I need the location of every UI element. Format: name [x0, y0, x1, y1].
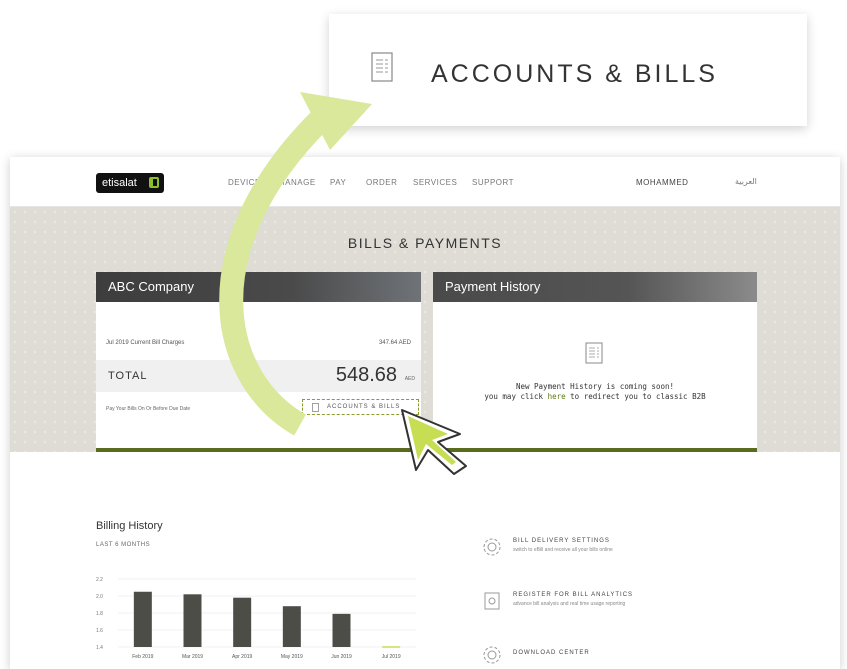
billing-history-title: Billing History: [96, 520, 163, 532]
mouse-cursor-icon: [401, 409, 467, 475]
receipt-icon: [371, 52, 393, 87]
payment-history-message: New Payment History is coming soon! you …: [433, 382, 757, 402]
chart-bar: [332, 613, 351, 647]
receipt-icon: [585, 342, 603, 369]
page-title: BILLS & PAYMENTS: [347, 235, 503, 251]
feature-title: REGISTER FOR BILL ANALYTICS: [513, 592, 634, 598]
x-tick-label: Apr 2019: [232, 654, 253, 660]
language-switch[interactable]: العربية: [735, 177, 757, 186]
coming-soon-text: New Payment History is coming soon!: [515, 382, 675, 391]
charges-label: Jul 2019 Current Bill Charges: [106, 340, 185, 346]
nav-pay[interactable]: PAY: [330, 178, 346, 187]
x-tick-label: May 2019: [281, 654, 303, 660]
current-charges-row: Jul 2019 Current Bill Charges 347.64 AED: [106, 340, 411, 346]
total-label: TOTAL: [108, 370, 148, 382]
total-value: 548.68: [335, 364, 397, 386]
y-tick-label: 1.8: [96, 611, 103, 617]
billing-history-chart: 2.2 2.0 1.8 1.6 1.4 Feb 2019 Mar 2019 Apr 2019 M…: [96, 577, 416, 660]
nav-devices[interactable]: DEVICES: [228, 178, 267, 187]
x-tick-label: Jul 2019: [382, 654, 401, 660]
chart-bar: [183, 594, 202, 647]
feature-title: DOWNLOAD CENTER: [513, 650, 590, 656]
payment-history-panel: Payment History New Payment History is c…: [433, 272, 757, 452]
receipt-icon: [312, 403, 319, 414]
redirect-pre: you may click: [484, 392, 548, 401]
y-tick-label: 2.2: [96, 577, 103, 583]
bill-panel-header: ABC Company: [96, 272, 421, 302]
nav-manage[interactable]: MANAGE: [278, 178, 316, 187]
total-currency: AED: [404, 376, 415, 382]
nav-services[interactable]: SERVICES: [413, 178, 457, 187]
y-tick-label: 1.6: [96, 628, 103, 634]
feature-desc: advance bill analysis and real time usag…: [513, 601, 626, 607]
analytics-icon: [481, 590, 503, 617]
chart-bar: [233, 597, 252, 647]
redirect-post: to redirect you to classic B2B: [565, 392, 706, 401]
billing-history-subtitle: LAST 6 MONTHS: [96, 542, 151, 548]
logo-mark-icon: [149, 177, 159, 188]
y-tick-label: 1.4: [96, 645, 103, 651]
accounts-bills-callout: ACCOUNTS & BILLS: [329, 14, 807, 126]
logo-text: etisalat: [102, 177, 137, 189]
payment-history-body: New Payment History is coming soon! you …: [433, 302, 757, 448]
feature-title: BILL DELIVERY SETTINGS: [513, 538, 610, 544]
x-tick-label: Jun 2019: [331, 654, 352, 660]
gear-icon: [481, 536, 503, 563]
callout-label: ACCOUNTS & BILLS: [431, 60, 718, 88]
etisalat-logo[interactable]: etisalat: [96, 173, 164, 193]
user-name[interactable]: MOHAMMED: [636, 178, 688, 187]
x-tick-label: Mar 2019: [182, 654, 203, 660]
nav-order[interactable]: ORDER: [366, 178, 397, 187]
y-tick-label: 2.0: [96, 594, 103, 600]
bill-summary-panel: ABC Company Jul 2019 Current Bill Charge…: [96, 272, 421, 452]
accounts-bills-label: ACCOUNTS & BILLS: [327, 404, 401, 410]
nav-support[interactable]: SUPPORT: [472, 178, 514, 187]
gear-icon: [481, 644, 503, 669]
feature-desc: switch to eBill and receive all your bil…: [513, 547, 613, 553]
payment-panel-header: Payment History: [433, 272, 757, 302]
chart-bar: [133, 591, 152, 647]
redirect-text: you may click here to redirect you to cl…: [433, 392, 757, 402]
total-row: TOTAL 548.68 AED: [96, 360, 421, 392]
charges-amount: 347.64 AED: [378, 340, 411, 346]
x-tick-label: Feb 2019: [132, 654, 153, 660]
top-navigation: etisalat DEVICES MANAGE PAY ORDER SERVIC…: [10, 157, 840, 207]
here-link[interactable]: here: [548, 392, 566, 401]
due-date-note: Pay Your Bills On Or Before Due Date: [106, 406, 191, 412]
chart-bar: [282, 606, 301, 647]
